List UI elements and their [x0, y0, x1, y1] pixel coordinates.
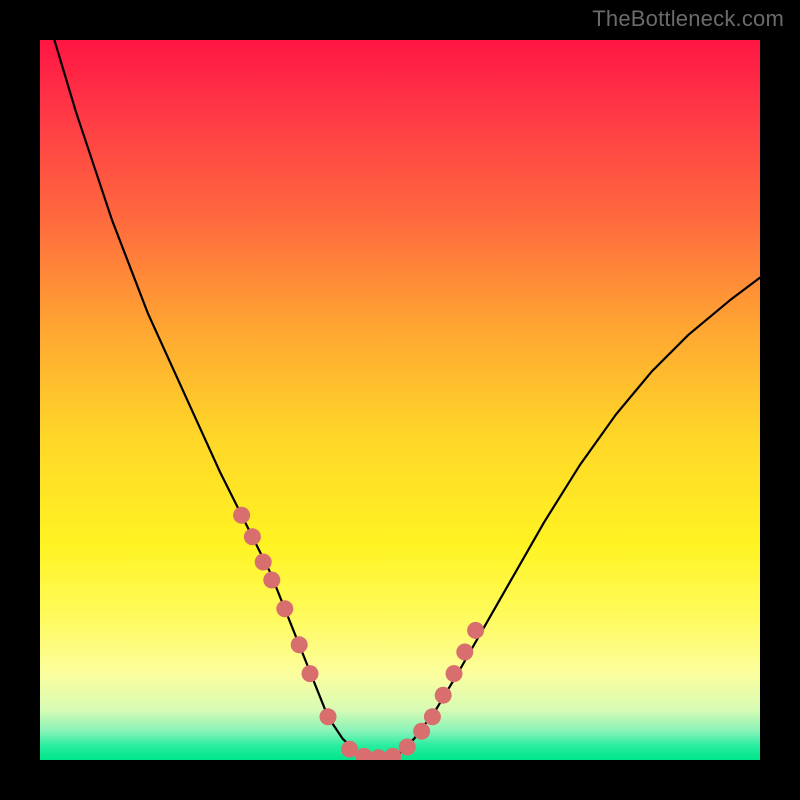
highlight-dot	[413, 723, 430, 740]
highlight-dot	[244, 528, 261, 545]
highlight-dot	[456, 644, 473, 661]
highlight-dot	[341, 741, 358, 758]
watermark-text: TheBottleneck.com	[592, 6, 784, 32]
highlight-dots-group	[233, 507, 484, 760]
highlight-dot	[399, 739, 416, 756]
bottleneck-curve	[54, 40, 760, 760]
highlight-dot	[446, 665, 463, 682]
highlight-dot	[384, 748, 401, 760]
highlight-dot	[467, 622, 484, 639]
highlight-dot	[320, 708, 337, 725]
highlight-dot	[263, 572, 280, 589]
plot-area	[40, 40, 760, 760]
highlight-dot	[424, 708, 441, 725]
highlight-dot	[276, 600, 293, 617]
highlight-dot	[302, 665, 319, 682]
highlight-dot	[356, 748, 373, 760]
highlight-dot	[291, 636, 308, 653]
chart-canvas: TheBottleneck.com	[0, 0, 800, 800]
chart-overlay	[40, 40, 760, 760]
highlight-dot	[370, 749, 387, 760]
highlight-dot	[435, 687, 452, 704]
highlight-dot	[255, 554, 272, 571]
highlight-dot	[233, 507, 250, 524]
